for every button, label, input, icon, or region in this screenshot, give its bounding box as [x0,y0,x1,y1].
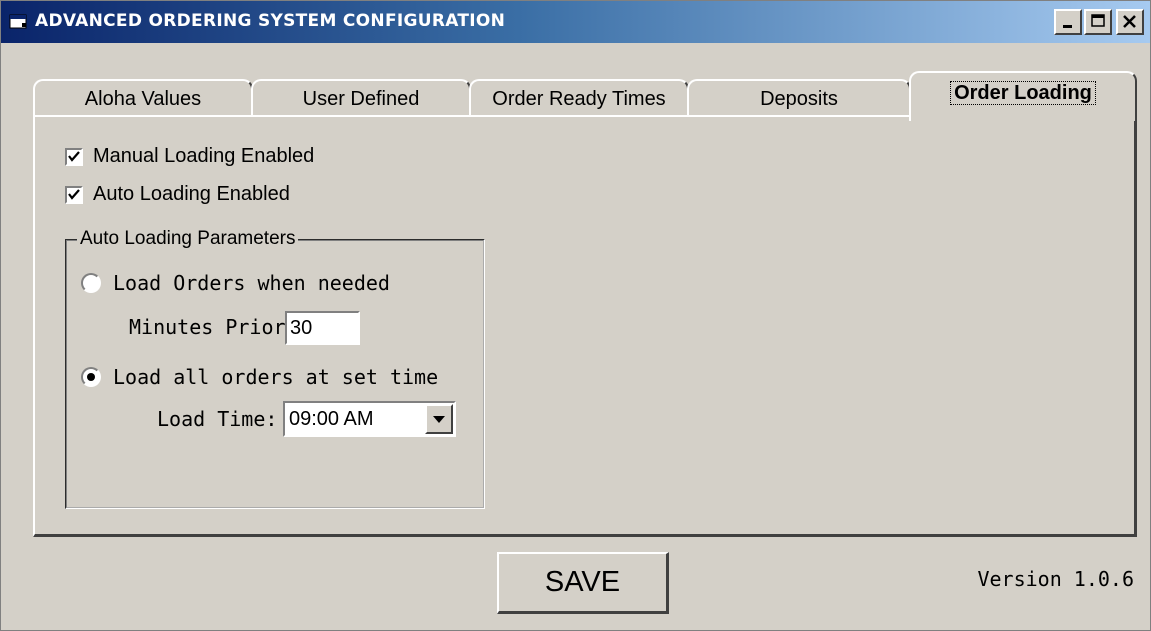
config-window: ADVANCED ORDERING SYSTEM CONFIGURATION A… [0,0,1151,631]
radio-selected-dot [87,373,95,381]
maximize-icon[interactable] [1084,9,1112,35]
manual-loading-label: Manual Loading Enabled [93,145,315,167]
load-set-time-radio[interactable] [81,367,101,387]
tab-aloha-values[interactable]: Aloha Values [33,79,253,119]
title-bar[interactable]: ADVANCED ORDERING SYSTEM CONFIGURATION [1,1,1150,43]
tab-label: Deposits [760,88,838,110]
load-time-value: 09:00 AM [289,408,374,430]
load-when-needed-label: Load Orders when needed [113,271,390,295]
load-set-time-label: Load all orders at set time [113,365,439,389]
tab-order-ready-times[interactable]: Order Ready Times [469,79,689,119]
minutes-prior-input[interactable]: 30 [285,311,360,345]
group-title: Auto Loading Parameters [77,228,299,250]
load-when-needed-radio[interactable] [81,273,101,293]
window-controls [1054,9,1144,35]
minutes-prior-value: 30 [290,317,313,339]
auto-loading-label: Auto Loading Enabled [93,183,290,205]
manual-loading-row[interactable]: Manual Loading Enabled [65,145,314,168]
load-when-needed-option[interactable]: Load Orders when needed [81,271,390,295]
tab-order-loading[interactable]: Order Loading [909,71,1137,121]
tab-user-defined[interactable]: User Defined [251,79,471,119]
auto-loading-checkbox[interactable] [65,185,83,204]
manual-loading-checkbox[interactable] [65,147,83,166]
minutes-prior-label: Minutes Prior: [129,315,298,339]
tab-label: Aloha Values [84,88,202,110]
load-set-time-option[interactable]: Load all orders at set time [81,365,438,389]
load-time-label: Load Time: [157,407,278,431]
tab-label: Order Ready Times [492,88,666,110]
window-title: ADVANCED ORDERING SYSTEM CONFIGURATION [35,11,506,31]
tab-deposits[interactable]: Deposits [687,79,911,119]
order-loading-panel: Manual Loading Enabled Auto Loading Enab… [33,115,1137,537]
close-icon[interactable] [1116,9,1144,35]
minimize-icon[interactable] [1054,9,1082,35]
save-button[interactable]: SAVE [497,552,669,614]
tab-label: User Defined [302,88,420,110]
app-window-icon [9,13,29,31]
load-time-select[interactable]: 09:00 AM [283,401,456,437]
auto-loading-row[interactable]: Auto Loading Enabled [65,183,290,206]
auto-loading-parameters-group: Auto Loading Parameters Load Orders when… [65,228,485,509]
chevron-down-icon[interactable] [425,404,453,434]
tab-strip: Aloha Values User Defined Order Ready Ti… [33,71,1137,121]
tab-label: Order Loading [950,81,1096,105]
version-label: Version 1.0.6 [977,567,1134,591]
